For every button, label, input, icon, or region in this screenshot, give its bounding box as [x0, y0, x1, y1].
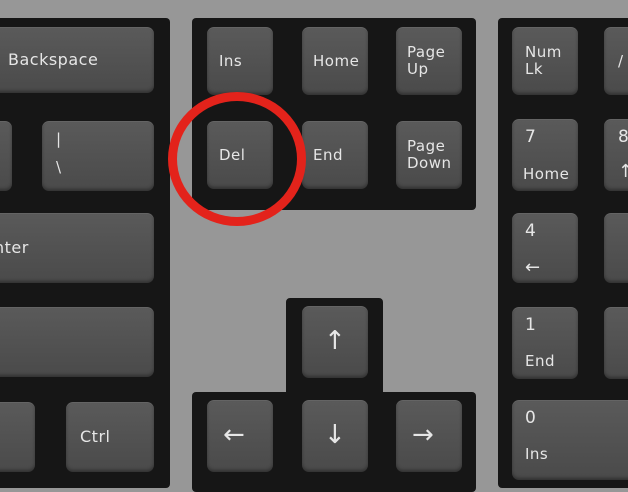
page-down-key[interactable]: Page Down [396, 121, 462, 189]
numpad-1-number: 1 [525, 315, 537, 335]
numpad-2-key[interactable] [604, 307, 628, 379]
arrow-left-key[interactable]: ← [207, 400, 273, 472]
arrow-up-key[interactable]: ↑ [302, 306, 368, 378]
ins-key[interactable]: Ins [207, 27, 273, 95]
ins-label: Ins [219, 52, 243, 70]
numpad-0-sub: Ins [525, 445, 549, 463]
backspace-key[interactable]: Backspace [0, 27, 154, 93]
backslash-label-bottom: \ [56, 158, 62, 176]
numpad-7-key[interactable]: 7 Home [512, 119, 578, 191]
ctrl-key[interactable]: Ctrl [66, 402, 154, 472]
numpad-1-key[interactable]: 1 End [512, 307, 578, 379]
num-lock-key[interactable]: Num Lk [512, 27, 578, 95]
backspace-label: Backspace [8, 50, 99, 69]
end-label: End [313, 146, 344, 164]
partial-key-bottom-left[interactable] [0, 402, 35, 472]
end-key[interactable]: End [302, 121, 368, 189]
numpad-8-key[interactable]: 8 ↑ [604, 119, 628, 191]
del-key[interactable]: Del [207, 121, 273, 189]
arrow-left-icon: ← [223, 420, 246, 450]
home-key[interactable]: Home [302, 27, 368, 95]
page-down-label: Page Down [407, 137, 452, 172]
arrow-down-key[interactable]: ↓ [302, 400, 368, 472]
arrow-up-icon: ↑ [324, 326, 347, 356]
page-up-key[interactable]: Page Up [396, 27, 462, 95]
page-up-label: Page Up [407, 43, 446, 78]
arrow-right-icon: → [412, 420, 435, 450]
shift-key[interactable] [0, 307, 154, 377]
enter-key[interactable]: nter [0, 213, 154, 283]
numpad-1-sub: End [525, 352, 556, 370]
num-lock-label: Num Lk [525, 43, 562, 78]
enter-label: nter [0, 238, 29, 257]
numpad-slash-label: / [618, 52, 624, 70]
numpad-8-number: 8 [618, 127, 628, 147]
del-label: Del [219, 146, 246, 164]
numpad-7-number: 7 [525, 127, 537, 147]
numpad-slash-key[interactable]: / [604, 27, 628, 95]
partial-key-left[interactable] [0, 121, 12, 191]
numpad-0-key[interactable]: 0 Ins [512, 400, 628, 480]
numpad-4-number: 4 [525, 221, 537, 241]
arrow-right-key[interactable]: → [396, 400, 462, 472]
numpad-7-sub: Home [523, 165, 570, 183]
ctrl-label: Ctrl [80, 427, 111, 446]
numpad-8-sub: ↑ [618, 161, 628, 182]
numpad-0-number: 0 [525, 408, 537, 428]
arrow-down-icon: ↓ [324, 420, 347, 450]
numpad-4-key[interactable]: 4 ← [512, 213, 578, 283]
numpad-4-sub: ← [525, 257, 541, 278]
backslash-key[interactable]: | \ [42, 121, 154, 191]
numpad-5-key[interactable] [604, 213, 628, 283]
home-label: Home [313, 52, 360, 70]
backslash-label-top: | [56, 130, 62, 148]
